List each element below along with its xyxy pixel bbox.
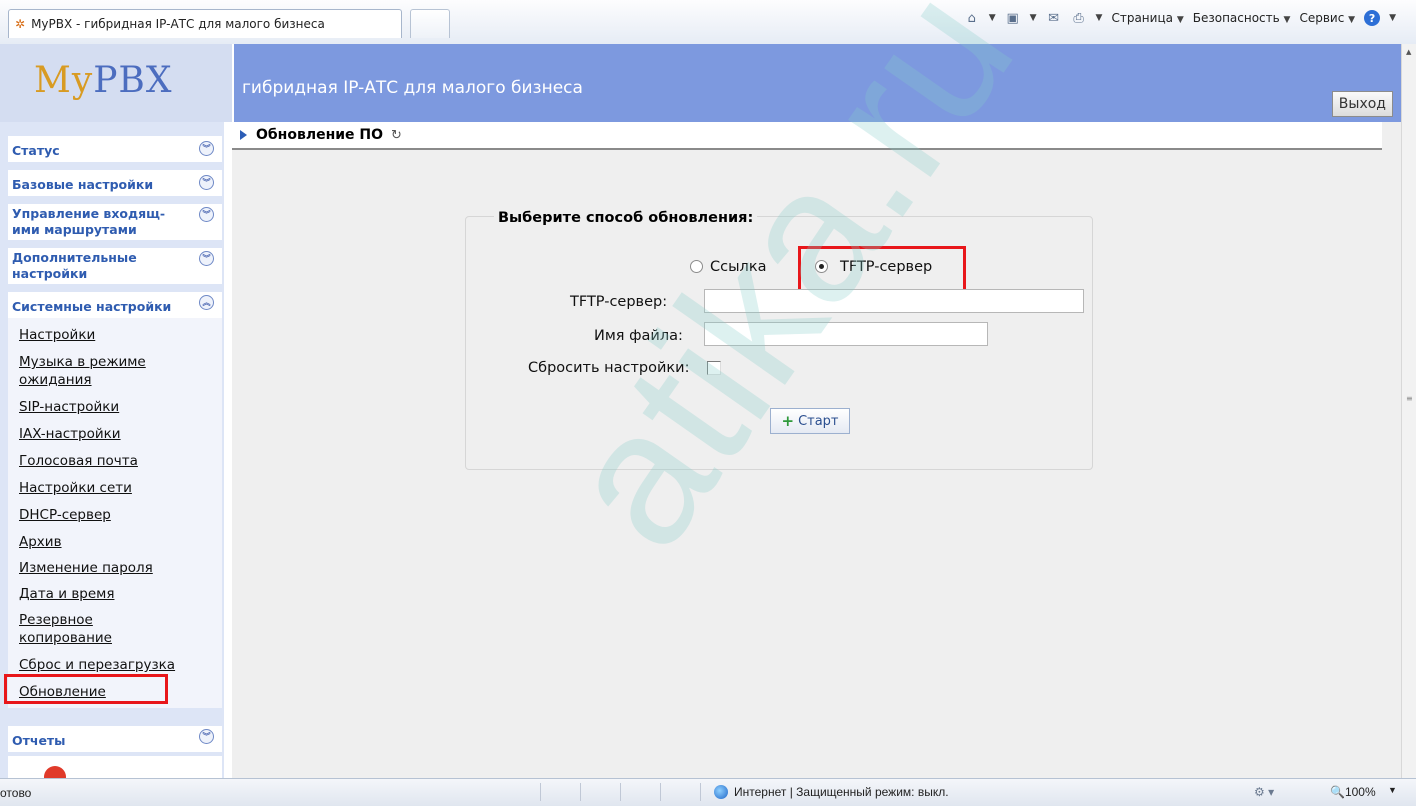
print-icon[interactable]: ⎙ <box>1071 10 1087 26</box>
sidebar-item-settings[interactable]: Настройки <box>19 326 95 344</box>
protected-mode-icon[interactable]: ⚙ ▾ <box>1254 785 1274 799</box>
print-dropdown-icon[interactable]: ▼ <box>1096 13 1103 23</box>
scroll-grip-icon[interactable]: ≡ <box>1406 394 1413 403</box>
sidebar-item-sip[interactable]: SIP-настройки <box>19 398 119 416</box>
reports-panel <box>8 756 222 778</box>
menu-tools[interactable]: Сервис ▼ <box>1299 11 1355 25</box>
sidebar-item-password[interactable]: Изменение пароля <box>19 559 153 577</box>
highlight-box-update <box>4 674 168 704</box>
filename-label: Имя файла: <box>594 328 683 344</box>
refresh-icon[interactable]: ↻ <box>391 128 402 143</box>
sidebar-section-inbound-routes[interactable]: Управление входящ- ими маршрутами ︾ <box>8 204 222 240</box>
sidebar-item-reset-reboot[interactable]: Сброс и перезагрузка <box>19 656 175 674</box>
filename-input[interactable] <box>704 322 988 346</box>
sidebar-section-status[interactable]: Статус ︾ <box>8 136 222 162</box>
menu-page[interactable]: Страница ▼ <box>1111 11 1183 25</box>
main-content: Обновление ПО ↻ Выберите способ обновлен… <box>232 122 1401 778</box>
sidebar-section-system[interactable]: Системные настройки ︽ <box>8 292 222 318</box>
zoom-dropdown-icon[interactable]: ▼ <box>1388 785 1397 795</box>
browser-status-bar: отово Интернет | Защищенный режим: выкл.… <box>0 778 1416 806</box>
page-title: Обновление ПО <box>256 127 384 143</box>
security-zone[interactable]: Интернет | Защищенный режим: выкл. <box>714 785 949 799</box>
start-button[interactable]: + Старт <box>770 408 850 434</box>
page-header: MyPBX гибридная IP-АТС для малого бизнес… <box>0 44 1401 122</box>
home-dropdown-icon[interactable]: ▼ <box>989 13 996 23</box>
feeds-dropdown-icon[interactable]: ▼ <box>1030 13 1037 23</box>
radio-link-label[interactable]: Ссылка <box>710 259 766 275</box>
sidebar-item-voicemail[interactable]: Голосовая почта <box>19 452 138 470</box>
chevron-down-icon[interactable]: ︾ <box>199 141 214 156</box>
home-icon[interactable]: ⌂ <box>964 10 980 26</box>
sidebar-item-network[interactable]: Настройки сети <box>19 479 132 497</box>
browser-tab[interactable]: ✲ MyPBX - гибридная IP-АТС для малого би… <box>8 9 402 38</box>
tftp-server-label: TFTP-сервер: <box>570 294 668 310</box>
breadcrumb: Обновление ПО ↻ <box>232 122 1382 150</box>
chevron-down-icon[interactable]: ︾ <box>199 207 214 222</box>
globe-icon <box>714 785 728 799</box>
chevron-down-icon[interactable]: ︾ <box>199 251 214 266</box>
new-tab-button[interactable] <box>410 9 450 38</box>
radio-link[interactable] <box>690 260 703 273</box>
help-dropdown-icon[interactable]: ▼ <box>1389 13 1396 23</box>
sidebar-section-advanced[interactable]: Дополнительные настройки ︾ <box>8 248 222 284</box>
tab-title: MyPBX - гибридная IP-АТС для малого бизн… <box>31 17 325 31</box>
reset-settings-label: Сбросить настройки: <box>528 360 690 376</box>
sidebar-section-reports[interactable]: Отчеты ︾ <box>8 726 222 752</box>
logo-area: MyPBX <box>0 44 234 122</box>
chevron-down-icon[interactable]: ︾ <box>199 729 214 744</box>
sidebar: Статус ︾ Базовые настройки ︾ Управление … <box>0 122 224 778</box>
browser-toolbar: ✲ MyPBX - гибридная IP-АТС для малого би… <box>0 0 1416 45</box>
vertical-scrollbar[interactable]: ▲ ≡ <box>1401 44 1416 778</box>
mail-icon[interactable]: ✉ <box>1046 10 1062 26</box>
fieldset-legend: Выберите способ обновления: <box>494 210 758 226</box>
chevron-up-icon[interactable]: ︽ <box>199 295 214 310</box>
status-text: отово <box>0 786 32 800</box>
sidebar-item-iax[interactable]: IAX-настройки <box>19 425 121 443</box>
zoom-level[interactable]: 🔍100% <box>1330 785 1376 799</box>
sidebar-item-datetime[interactable]: Дата и время <box>19 585 114 603</box>
sidebar-section-basic[interactable]: Базовые настройки ︾ <box>8 170 222 196</box>
plus-icon: + <box>781 412 795 430</box>
sidebar-item-dhcp[interactable]: DHCP-сервер <box>19 506 111 524</box>
sidebar-item-hold-music[interactable]: Музыка в режиме ожидания <box>19 353 146 389</box>
scroll-up-icon[interactable]: ▲ <box>1406 48 1411 56</box>
logout-button[interactable]: Выход <box>1331 91 1393 117</box>
tftp-server-input[interactable] <box>704 289 1084 313</box>
feeds-icon[interactable]: ▣ <box>1005 10 1021 26</box>
triangle-right-icon <box>240 130 247 140</box>
favicon-icon: ✲ <box>15 17 26 31</box>
menu-security[interactable]: Безопасность ▼ <box>1193 11 1291 25</box>
highlight-box-tftp <box>798 246 966 294</box>
sidebar-item-archive[interactable]: Архив <box>19 533 62 551</box>
reset-settings-checkbox[interactable] <box>707 361 721 375</box>
sidebar-item-backup[interactable]: Резервное копирование <box>19 611 112 647</box>
header-subtitle: гибридная IP-АТС для малого бизнеса <box>242 78 583 98</box>
logo: MyPBX <box>34 60 173 101</box>
chevron-down-icon[interactable]: ︾ <box>199 175 214 190</box>
command-bar: ⌂ ▼ ▣ ▼ ✉ ⎙ ▼ Страница ▼ Безопасность ▼ Сер… <box>964 10 1396 26</box>
help-icon[interactable]: ? <box>1364 10 1381 26</box>
